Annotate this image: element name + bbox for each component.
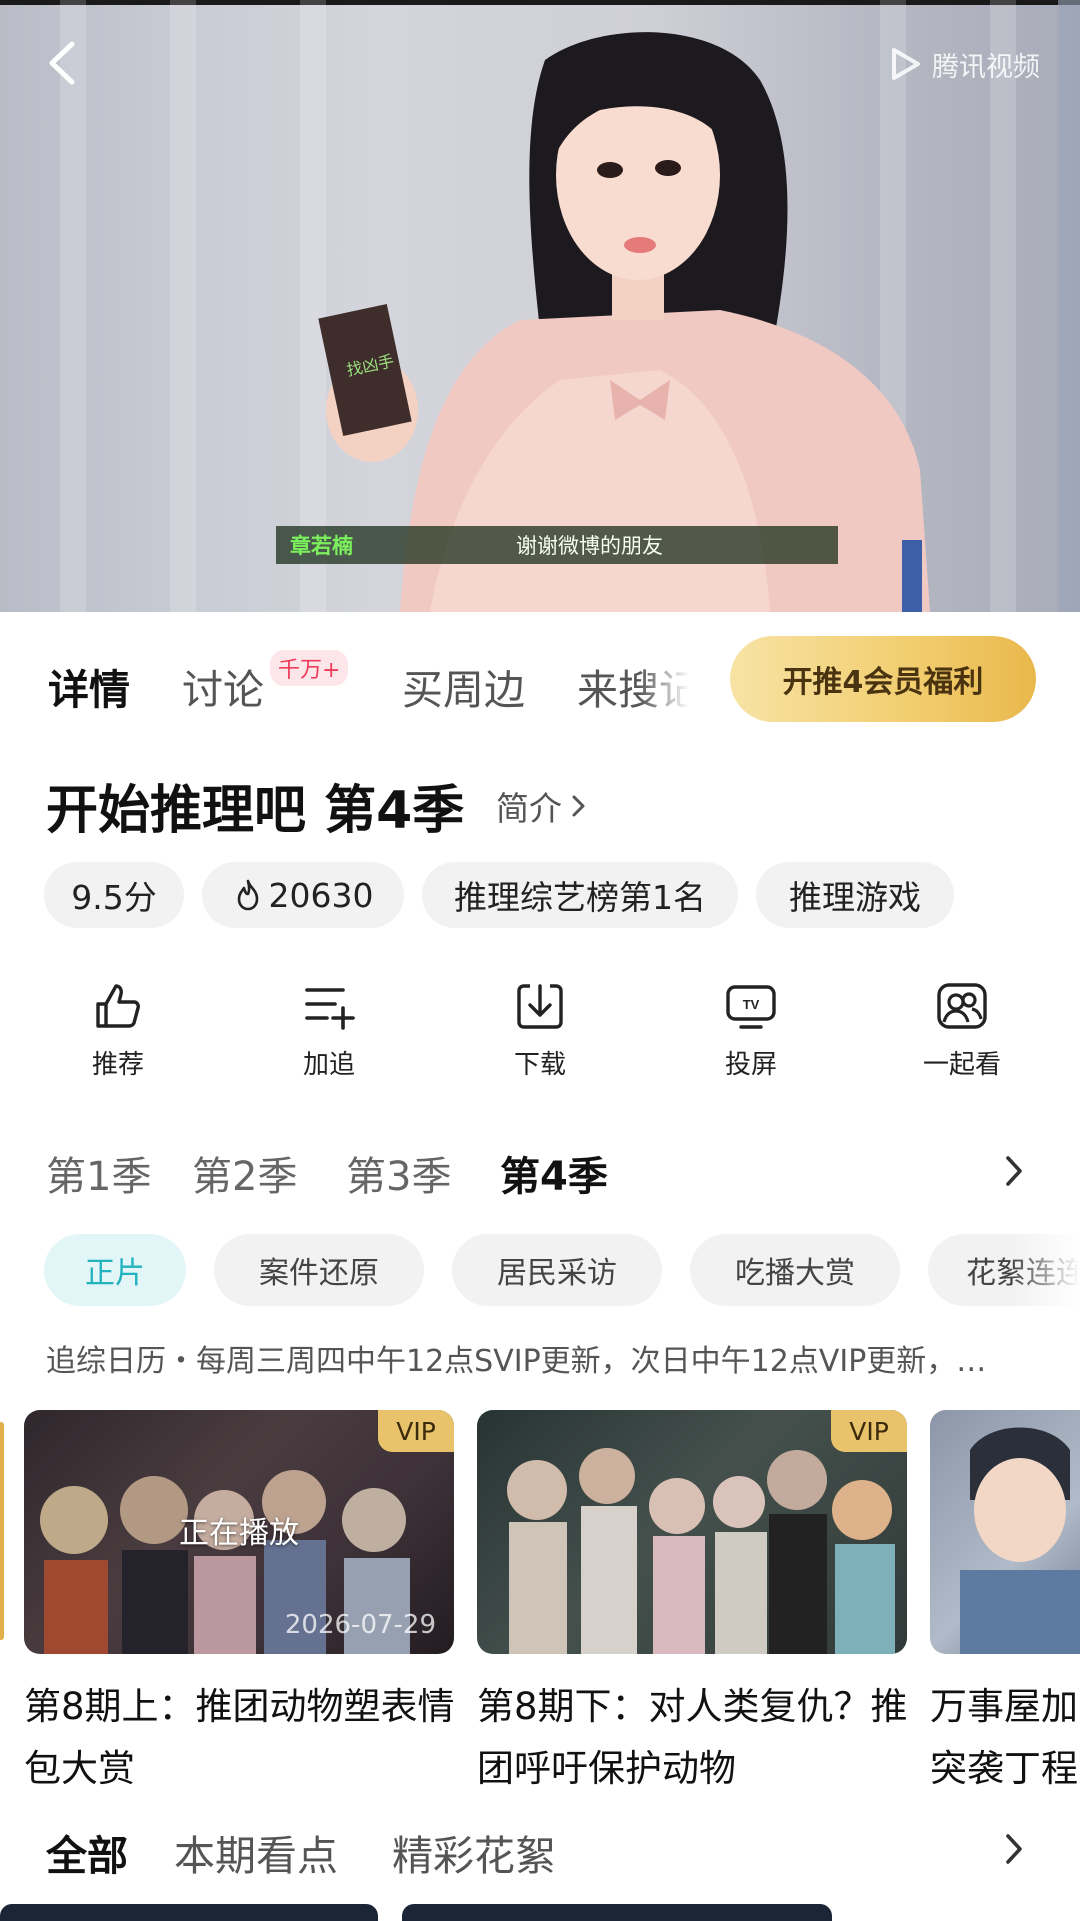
episode-title-2[interactable]: 第8期下：对人类复仇？推团呼吁保护动物	[477, 1676, 917, 1800]
tab-details[interactable]: 详情	[48, 656, 130, 716]
discussion-count-badge: 千万+	[270, 650, 349, 686]
subtitle-speaker: 章若楠	[290, 534, 353, 558]
chevron-left-icon	[49, 41, 75, 85]
cast-action[interactable]: TV 投屏	[681, 978, 821, 1081]
back-button[interactable]	[38, 36, 92, 90]
follow-action[interactable]: 加追	[259, 978, 399, 1081]
filter-tab-highlights[interactable]: 本期看点	[174, 1822, 338, 1882]
rank-text: 推理综艺榜第1名	[454, 878, 706, 917]
cast-label: 投屏	[724, 1050, 777, 1080]
video-frame-art	[318, 0, 1080, 612]
recommend-action[interactable]: 推荐	[48, 978, 188, 1081]
tv-cast-icon: TV	[726, 985, 776, 1029]
recommend-label: 推荐	[91, 1050, 144, 1080]
category-bloopers[interactable]: 花絮连连	[928, 1234, 1080, 1306]
genre-chip[interactable]: 推理游戏	[756, 862, 954, 928]
add-to-list-icon	[305, 988, 355, 1030]
show-title: 开始推理吧 第4季	[46, 781, 465, 841]
episode-title-1[interactable]: 第8期上：推团动物塑表情包大赏	[24, 1676, 464, 1800]
tab-discussion[interactable]: 讨论	[182, 656, 264, 716]
detail-tabs: 详情 讨论 千万+ 买周边 来搜记 开推4会员福利	[0, 630, 1080, 726]
episode-title-3[interactable]: 万事屋加突袭丁程	[930, 1676, 1080, 1800]
category-resident-interview[interactable]: 居民采访	[452, 1234, 662, 1306]
intro-link[interactable]: 简介	[496, 782, 590, 830]
episode-card-2[interactable]: VIP	[477, 1410, 907, 1654]
vip-badge: VIP	[831, 1410, 907, 1452]
svg-text:TV: TV	[743, 997, 760, 1012]
next-row-thumbnail	[402, 1904, 832, 1921]
score-chip[interactable]: 9.5分	[44, 862, 184, 928]
category-main[interactable]: 正片	[44, 1234, 186, 1306]
tencent-video-icon	[892, 48, 920, 80]
genre-text: 推理游戏	[789, 878, 921, 917]
chevron-right-icon	[572, 795, 585, 817]
thumbs-up-icon	[96, 984, 140, 1028]
brand-name: 腾讯视频	[932, 51, 1040, 83]
episode-thumbnail	[960, 1427, 1080, 1654]
season-tab-3[interactable]: 第3季	[346, 1144, 451, 1202]
episode-card-1[interactable]: VIP 正在播放 2026-07-29	[24, 1410, 454, 1654]
watch-together-icon	[937, 983, 987, 1029]
episode-date: 2026-07-29	[284, 1610, 436, 1640]
follow-label: 加追	[302, 1050, 355, 1080]
download-icon	[517, 984, 563, 1029]
episode-card-3[interactable]	[930, 1410, 1080, 1654]
download-label: 下载	[513, 1050, 566, 1080]
tencent-video-logo: 腾讯视频	[884, 44, 1040, 84]
category-eating-show[interactable]: 吃播大赏	[690, 1234, 900, 1306]
flame-icon	[237, 879, 258, 911]
season-more-button[interactable]	[1000, 1152, 1028, 1194]
chevron-right-icon	[1006, 1156, 1022, 1186]
intro-label: 简介	[496, 789, 562, 828]
filter-tab-bloopers[interactable]: 精彩花絮	[392, 1822, 556, 1882]
season-tab-1[interactable]: 第1季	[46, 1144, 151, 1202]
vip-benefits-button[interactable]: 开推4会员福利	[730, 636, 1036, 722]
tab-search[interactable]: 来搜记	[577, 656, 689, 716]
subtitle-text: 谢谢微博的朋友	[516, 534, 663, 558]
now-playing-label: 正在播放	[179, 1516, 299, 1551]
season-tab-4[interactable]: 第4季	[500, 1144, 608, 1202]
category-case-restore[interactable]: 案件还原	[214, 1234, 424, 1306]
filter-tab-all[interactable]: 全部	[46, 1822, 128, 1882]
watch-together-label: 一起看	[922, 1050, 1001, 1080]
download-action[interactable]: 下载	[470, 978, 610, 1081]
heat-value: 20630	[268, 875, 374, 915]
watch-together-action[interactable]: 一起看	[892, 978, 1032, 1081]
filter-more-button[interactable]	[1000, 1830, 1028, 1872]
vip-badge: VIP	[378, 1410, 454, 1452]
scroll-edge-card	[0, 1422, 4, 1640]
subtitle-bar: 章若楠 谢谢微博的朋友	[276, 526, 838, 564]
score-value: 9.5分	[71, 878, 157, 917]
heat-chip[interactable]: 20630	[202, 862, 404, 928]
next-row-thumbnail	[0, 1904, 378, 1921]
season-tab-2[interactable]: 第2季	[192, 1144, 297, 1202]
chevron-right-icon	[1006, 1834, 1022, 1864]
rank-chip[interactable]: 推理综艺榜第1名	[422, 862, 738, 928]
tab-merch[interactable]: 买周边	[402, 656, 525, 716]
video-player[interactable]: 找凶手 腾讯视频 章若楠 谢谢微博的朋友	[0, 0, 1080, 612]
update-calendar-text[interactable]: 追综日历・每周三周四中午12点SVIP更新，次日中午12点VIP更新，…	[46, 1336, 1056, 1380]
